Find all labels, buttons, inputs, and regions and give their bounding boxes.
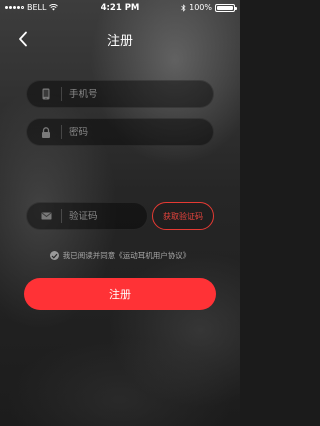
agreement-checkbox[interactable]	[49, 251, 59, 260]
status-right: 100%	[181, 3, 237, 12]
password-input[interactable]	[69, 126, 189, 138]
bluetooth-icon	[181, 3, 186, 12]
battery-icon	[215, 3, 237, 12]
get-verification-code-button[interactable]: 获取验证码	[152, 202, 214, 230]
verification-code-input[interactable]	[69, 210, 139, 222]
status-bar: BELL 4:21 PM 100%	[0, 0, 240, 16]
battery-level-fill	[217, 5, 233, 10]
navigation-bar: 注册	[0, 24, 240, 54]
battery-percentage: 100%	[189, 3, 212, 12]
agreement-text[interactable]: 我已阅读并同意《运动耳机用户协议》	[63, 250, 191, 261]
verification-code-field[interactable]	[26, 202, 148, 230]
phone-icon	[31, 80, 61, 108]
phone-input[interactable]	[69, 88, 189, 100]
agreement-row: 我已阅读并同意《运动耳机用户协议》	[0, 250, 240, 261]
field-divider	[61, 87, 62, 101]
page-title: 注册	[106, 34, 133, 49]
register-button[interactable]: 注册	[24, 278, 216, 310]
field-divider	[61, 209, 62, 223]
lock-icon	[31, 118, 61, 146]
mail-icon	[31, 202, 61, 230]
field-divider	[61, 125, 62, 139]
phone-field[interactable]	[26, 80, 214, 108]
password-field[interactable]	[26, 118, 214, 146]
check-icon	[51, 253, 58, 259]
